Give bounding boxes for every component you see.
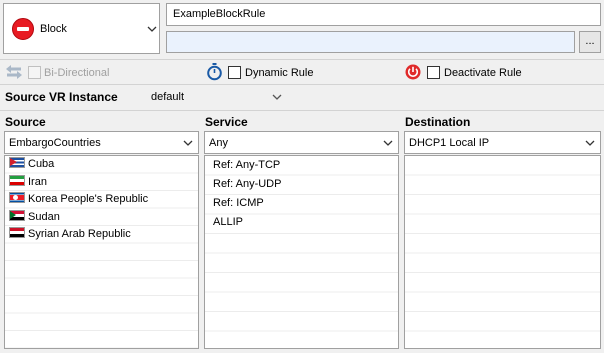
dynamic-rule-label: Dynamic Rule (245, 67, 314, 79)
syria-flag (9, 227, 25, 238)
destination-header: Destination (405, 115, 471, 129)
vr-instance-label: Source VR Instance (5, 90, 118, 104)
chevron-down-icon (272, 94, 282, 100)
service-select-value: Any (209, 137, 228, 149)
chevron-down-icon[interactable] (147, 24, 157, 34)
service-header: Service (205, 115, 248, 129)
separator (0, 110, 604, 111)
service-list[interactable]: Ref: Any-TCP Ref: Any-UDP Ref: ICMP ALLI… (204, 155, 399, 349)
source-select-value: EmbargoCountries (9, 137, 101, 149)
rule-name-input[interactable]: ExampleBlockRule (166, 3, 601, 26)
deactivate-rule-checkbox[interactable] (427, 66, 440, 79)
list-item-label: Korea People's Republic (28, 193, 149, 205)
iran-flag (9, 174, 25, 186)
list-item-label: Sudan (28, 210, 60, 223)
cuba-flag (9, 157, 25, 168)
service-select[interactable]: Any (204, 131, 399, 154)
action-dropdown[interactable]: Block (3, 3, 160, 54)
list-item-label: Syrian Arab Republic (28, 228, 131, 240)
source-header: Source (5, 115, 46, 129)
vr-instance-select[interactable]: default (147, 88, 286, 107)
list-item[interactable]: Ref: Any-UDP (213, 178, 281, 190)
list-item[interactable]: Syrian Arab Republic (9, 226, 131, 243)
source-select[interactable]: EmbargoCountries (4, 131, 199, 154)
power-icon (405, 64, 421, 80)
vr-instance-value: default (151, 91, 185, 103)
source-list[interactable]: Cuba Iran Korea People's Republic Sudan … (4, 155, 199, 349)
more-button[interactable]: ... (579, 31, 601, 53)
dynamic-rule-checkbox[interactable] (228, 66, 241, 79)
list-item-label: Cuba (28, 158, 55, 170)
separator (0, 59, 604, 60)
list-item[interactable]: Sudan (9, 209, 60, 226)
block-icon (12, 18, 34, 40)
bidirectional-checkbox[interactable] (28, 66, 41, 79)
chevron-down-icon (383, 140, 393, 146)
rule-description-input[interactable] (166, 31, 575, 53)
destination-select[interactable]: DHCP1 Local IP (404, 131, 601, 154)
separator (0, 84, 604, 85)
list-item[interactable]: Korea People's Republic (9, 191, 148, 208)
action-label: Block (40, 23, 67, 35)
chevron-down-icon (183, 140, 193, 146)
list-item[interactable]: Ref: Any-TCP (213, 159, 280, 171)
stopwatch-icon (207, 63, 222, 81)
destination-list[interactable] (404, 155, 601, 349)
bidirectional-label: Bi-Directional (44, 67, 110, 79)
list-item[interactable]: Iran (9, 174, 47, 191)
list-item[interactable]: Cuba (9, 156, 54, 173)
north-korea-flag (9, 192, 25, 203)
list-item[interactable]: ALLIP (213, 216, 243, 228)
list-item-label: Iran (28, 175, 47, 188)
list-item[interactable]: Ref: ICMP (213, 197, 264, 209)
bidirectional-arrows-icon (6, 65, 22, 79)
deactivate-rule-label: Deactivate Rule (444, 67, 522, 79)
chevron-down-icon (585, 140, 595, 146)
destination-select-value: DHCP1 Local IP (409, 137, 490, 149)
sudan-flag (9, 209, 25, 221)
